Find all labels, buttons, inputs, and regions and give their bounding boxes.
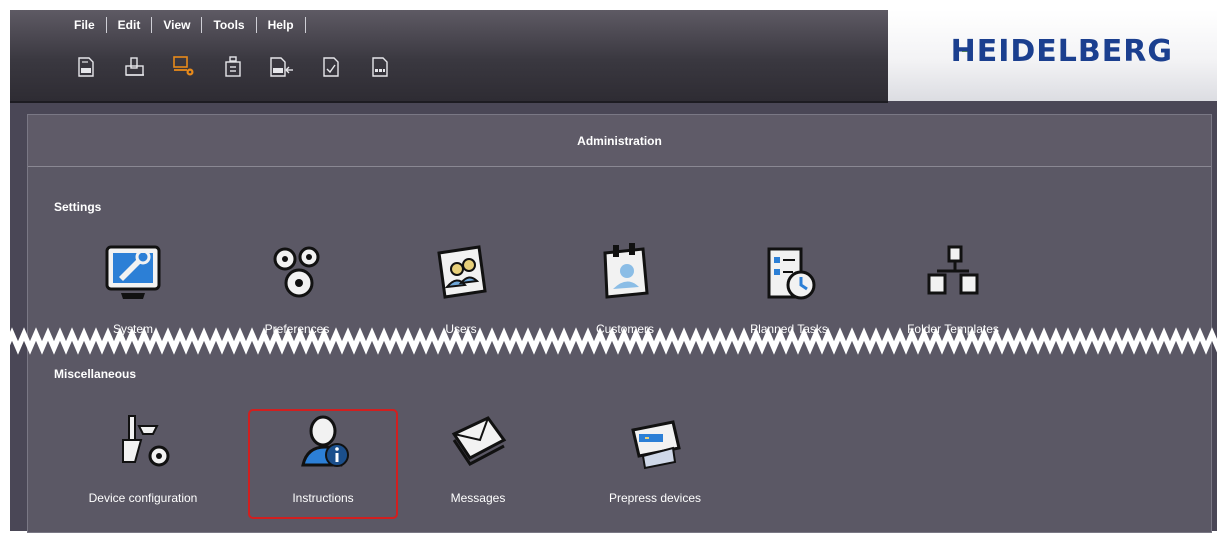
prepress-devices-tile[interactable]: Prepress devices: [580, 412, 730, 522]
document-grid-icon[interactable]: [368, 55, 392, 79]
folder-tree-icon: [927, 245, 979, 295]
menu-separator: [304, 17, 306, 33]
customers-icon: [603, 243, 649, 299]
messages-tile[interactable]: Messages: [403, 412, 553, 522]
gears-icon: [273, 246, 320, 298]
tile-label: Device configuration: [88, 491, 198, 505]
tool-icon[interactable]: [221, 55, 245, 79]
instructions-icon: [301, 415, 349, 467]
miscellaneous-section-title: Miscellaneous: [54, 367, 137, 381]
menu-bar: File Edit View Tools Help: [72, 16, 315, 34]
envelope-icon: [451, 416, 507, 466]
system-icon: [105, 245, 161, 299]
device-configuration-icon: [122, 415, 170, 467]
menu-view[interactable]: View: [161, 18, 192, 32]
brand-area: HEIDELBERG: [888, 10, 1217, 101]
menu-tools[interactable]: Tools: [211, 18, 246, 32]
tile-label: Messages: [450, 491, 506, 505]
device-configuration-tile[interactable]: Device configuration: [68, 412, 218, 522]
menu-separator: [201, 17, 203, 33]
menu-separator: [105, 17, 107, 33]
menu-separator: [255, 17, 257, 33]
heidelberg-logo: HEIDELBERG: [950, 34, 1173, 69]
document-abc-arrow-icon[interactable]: [270, 55, 294, 79]
document-check-icon[interactable]: [319, 55, 343, 79]
app-window: File Edit View Tools Help HEIDELBERG Adm…: [10, 10, 1217, 533]
admin-monitor-icon[interactable]: [172, 55, 196, 79]
document-abc-icon[interactable]: [74, 55, 98, 79]
instructions-tile[interactable]: Instructions: [248, 409, 398, 519]
menu-separator: [151, 17, 153, 33]
users-icon: [437, 245, 487, 299]
planned-tasks-icon: [767, 247, 816, 300]
settings-section-title: Settings: [54, 200, 102, 214]
printer-icon[interactable]: [123, 55, 147, 79]
tile-label: Prepress devices: [608, 491, 702, 505]
panel-title: Administration: [28, 115, 1211, 167]
menu-help[interactable]: Help: [266, 18, 296, 32]
tile-label: Instructions: [292, 491, 354, 505]
toolbar: [74, 54, 392, 80]
menu-file[interactable]: File: [72, 18, 97, 32]
top-bar: File Edit View Tools Help: [10, 10, 888, 103]
screenshot-crop-zigzag: [0, 327, 1217, 355]
prepress-device-icon: [631, 420, 681, 470]
menu-edit[interactable]: Edit: [116, 18, 143, 32]
